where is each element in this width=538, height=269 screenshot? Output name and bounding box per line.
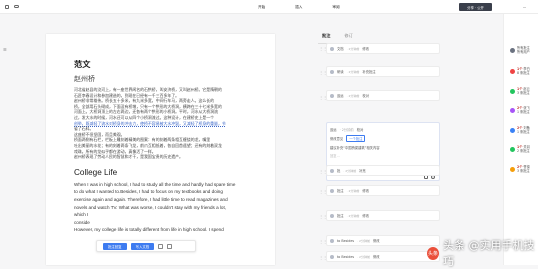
en-heading: College Life — [74, 167, 118, 177]
tab-revisions[interactable]: 修订 — [344, 33, 352, 39]
drag-handle-icon[interactable]: ⋮⋮ — [319, 239, 327, 244]
avatar — [330, 168, 334, 173]
comment-card[interactable]: 批 · 2分钟前 补充 — [326, 165, 440, 176]
user-filter-item[interactable]: 1个 赵云 3 条批注 — [510, 87, 530, 95]
cn-paragraph[interactable]: 河北省赵县的洨河上，有一座世界闻名的石拱桥，叫安济桥，又叫赵州桥。它是隋朝的 石… — [74, 87, 259, 160]
tab-comments[interactable]: 批注 — [322, 33, 330, 39]
watermark-text: 头条 @实用手机技巧 — [443, 239, 535, 268]
avatar — [330, 93, 334, 98]
user-filter-item[interactable]: 2个 曹操 3 条批注 — [510, 165, 530, 173]
cn-line: 赵州桥表现了劳动人民的智慧和才干，是我国宝贵的历史遗产。 — [74, 154, 183, 160]
comment-card[interactable]: to Besides · 2分钟前 修改 — [326, 235, 440, 246]
drag-handle-icon[interactable]: ⋮⋮ — [319, 189, 327, 194]
user-filter-item[interactable]: 1个 关羽 2 条批注 — [510, 145, 530, 153]
doc-author: 赵州桥 — [74, 75, 95, 83]
en-paragraph[interactable]: When I was in high school, I had to stud… — [74, 181, 259, 234]
user-filter-item[interactable]: 2个 张飞 1 条批注 — [510, 106, 530, 114]
drag-handle-icon[interactable]: ⋮⋮ — [319, 214, 327, 219]
en-line: exercise again and again. Therefore, I h… — [74, 196, 228, 202]
menu-icon[interactable] — [5, 4, 9, 9]
avatar — [330, 188, 334, 193]
comment-card[interactable]: 批注 · 2分钟前 修改 — [326, 210, 440, 221]
en-line: conside — [74, 219, 90, 225]
avatar — [510, 69, 515, 74]
resolve-icon[interactable] — [158, 243, 164, 249]
en-line: which I — [74, 212, 89, 218]
user-filter-item[interactable]: 所有批注 所有用户 — [510, 46, 530, 54]
comment-chip[interactable]: 一个批注 — [346, 135, 366, 142]
avatar — [330, 69, 334, 74]
delete-icon[interactable] — [167, 243, 173, 249]
drag-handle-icon[interactable]: ⋮⋮ — [319, 95, 327, 100]
avatar — [510, 48, 515, 53]
menu-review[interactable]: 审阅 — [332, 5, 339, 10]
user-filter-item[interactable]: 1个 李白 8 条批注 — [510, 67, 530, 75]
write-to-doc-button[interactable]: 写入文档 — [130, 242, 155, 250]
comment-card[interactable]: 遥远 · 2分钟前 校对 — [326, 90, 440, 101]
en-line: When I was in high school, I had to stud… — [74, 181, 236, 187]
comment-card[interactable]: 批注 · 2分钟前 修改 — [326, 185, 440, 196]
doc-title: 范文 — [74, 59, 91, 69]
user-filter-item[interactable]: 2个 刘备 1 条批注 — [510, 126, 530, 134]
avatar — [330, 213, 334, 218]
drag-handle-icon[interactable]: ⋮⋮ — [319, 255, 327, 260]
comment-card[interactable]: to Besides · 2分钟前 修改 — [326, 251, 440, 262]
avatar — [330, 46, 334, 51]
drag-handle-icon[interactable]: ⋮⋮ — [319, 46, 327, 51]
comment-sidebar: 批注 修订 ⋮⋮ 文档 · 2分钟前 修改 ⋮⋮ 研读 · 2分钟前 补充批注 … — [318, 33, 442, 265]
avatar — [510, 167, 515, 172]
drag-handle-icon[interactable]: ⋮⋮ — [319, 70, 327, 75]
avatar — [330, 254, 334, 259]
avatar — [510, 89, 515, 94]
user-filter-panel: 所有批注 所有用户 1个 李白 8 条批注 1个 赵云 3 条批注 2个 张飞 1 条批… — [503, 14, 538, 265]
avatar — [510, 128, 515, 133]
avatar — [330, 238, 334, 243]
avatar — [510, 147, 515, 152]
cloud-icon[interactable] — [14, 5, 19, 8]
drag-handle-icon[interactable]: ⋮⋮ — [319, 169, 327, 174]
comment-card[interactable]: 研读 · 2分钟前 补充批注 — [326, 66, 440, 77]
en-line: to do what I wanted to.Besides, I had to… — [74, 189, 223, 195]
share-button[interactable]: 分享 · 公开 — [459, 3, 492, 11]
watermark: 头条 头条 @实用手机技巧 — [427, 237, 538, 269]
en-line: However, my college life is totally diff… — [74, 227, 224, 233]
comment-author: 遥远 — [330, 128, 337, 132]
top-toolbar: 开始 插入 审阅 分享 · 公开 ··· — [0, 0, 538, 14]
outline-toggle-icon[interactable]: ☰ — [3, 47, 7, 52]
avatar — [510, 108, 515, 113]
comment-card[interactable]: 文档 · 2分钟前 修改 — [326, 43, 440, 54]
reply-input[interactable]: 回复... — [330, 153, 340, 158]
menu-start[interactable]: 开始 — [258, 5, 265, 10]
en-line: novels and watch TV. What was worse, I c… — [74, 204, 227, 210]
toutiao-logo-icon: 头条 — [427, 246, 440, 260]
comment-action-bar: 批注回复 写入文档 — [96, 240, 196, 252]
more-icon[interactable]: ··· — [523, 5, 526, 10]
comment-body: 建议补充“中国桥梁建筑”相关内容 — [330, 146, 380, 150]
document-page[interactable]: 范文 赵州桥 河北省赵县的洨河上，有一座世界闻名的石拱桥，叫安济桥，又叫赵州桥。… — [46, 34, 275, 265]
reply-comment-button[interactable]: 批注回复 — [103, 242, 127, 250]
menu-insert[interactable]: 插入 — [295, 5, 302, 10]
